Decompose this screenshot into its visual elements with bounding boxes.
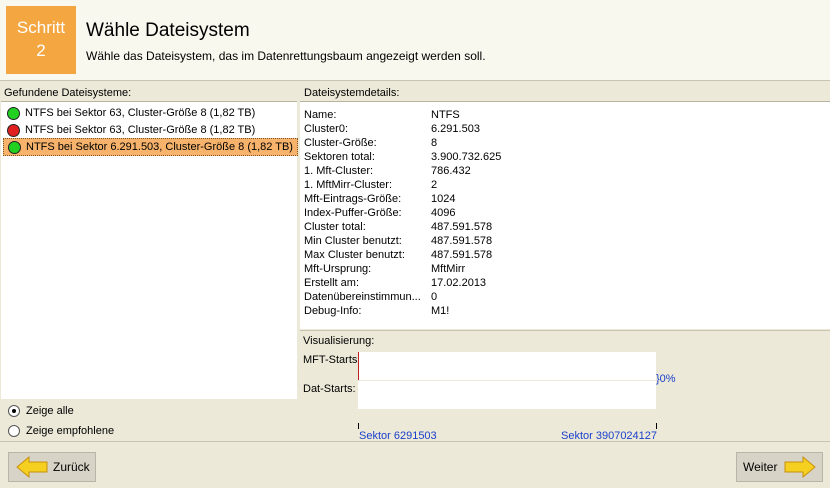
filesystem-item[interactable]: NTFS bei Sektor 63, Cluster-Größe 8 (1,8… [3, 105, 255, 121]
filesystem-item-label: NTFS bei Sektor 63, Cluster-Größe 8 (1,8… [25, 124, 256, 136]
radio-show-recommended[interactable]: Zeige empfohlene [8, 425, 114, 437]
detail-value: 0 [431, 291, 438, 303]
filesystem-item-label: NTFS bei Sektor 63, Cluster-Größe 8 (1,8… [25, 107, 256, 119]
detail-key: Min Cluster benutzt: [304, 235, 402, 247]
detail-value: 1024 [431, 193, 456, 205]
detail-key: Cluster0: [304, 123, 349, 135]
found-filesystems-panel: Gefundene Dateisysteme: NTFS bei Sektor … [0, 84, 298, 440]
wizard-header: Schritt 2 Wähle Dateisystem Wähle das Da… [0, 0, 830, 81]
axis-tick-end [656, 423, 657, 429]
wizard-footer: Zurück Weiter [0, 441, 830, 488]
visualization-section: Visualisierung: MFT-Starts }0% Dat-Start… [300, 330, 830, 442]
detail-key: Cluster-Größe: [304, 137, 377, 149]
detail-value: 3.900.732.625 [431, 151, 502, 163]
detail-value: MftMirr [431, 263, 466, 275]
detail-value: NTFS [431, 109, 460, 121]
details-label: Dateisystemdetails: [304, 87, 400, 99]
back-button[interactable]: Zurück [8, 452, 96, 482]
filesystem-list[interactable]: NTFS bei Sektor 63, Cluster-Größe 8 (1,8… [1, 101, 298, 399]
filesystem-item[interactable]: NTFS bei Sektor 63, Cluster-Größe 8 (1,8… [3, 122, 255, 138]
detail-value: M1! [431, 305, 450, 317]
detail-value: 8 [431, 137, 438, 149]
arrow-left-icon [16, 456, 48, 478]
detail-key: Mft-Eintrags-Größe: [304, 193, 402, 205]
arrow-right-icon [784, 456, 817, 478]
detail-key: Erstellt am: [304, 277, 360, 289]
next-button[interactable]: Weiter [736, 452, 823, 482]
detail-value: 786.432 [431, 165, 471, 177]
detail-key: Datenübereinstimmun... [304, 291, 421, 303]
found-filesystems-label: Gefundene Dateisysteme: [4, 87, 132, 99]
page-subtitle: Wähle das Dateisystem, das im Datenrettu… [86, 49, 486, 63]
radio-button-icon[interactable] [8, 405, 20, 417]
detail-value: 487.591.578 [431, 235, 493, 247]
step-word: Schritt [16, 18, 66, 37]
radio-show-recommended-label: Zeige empfohlene [26, 425, 115, 437]
status-red-icon [7, 124, 20, 137]
dat-starts-label: Dat-Starts: [303, 383, 356, 395]
back-button-label: Zurück [53, 460, 90, 474]
detail-value: 487.591.578 [431, 249, 493, 261]
detail-key: Index-Puffer-Größe: [304, 207, 402, 219]
dat-starts-bar [358, 381, 656, 409]
percent-label: }0% [656, 373, 676, 385]
step-badge: Schritt 2 [6, 6, 76, 74]
detail-key: Cluster total: [304, 221, 366, 233]
details-panel: Dateisystemdetails: Name: NTFS Cluster0:… [300, 84, 830, 442]
detail-key: Max Cluster benutzt: [304, 249, 405, 261]
detail-value: 4096 [431, 207, 456, 219]
axis-tick-start [358, 423, 359, 429]
step-number: 2 [36, 41, 46, 60]
radio-show-all-label: Zeige alle [26, 405, 74, 417]
detail-value: 487.591.578 [431, 221, 493, 233]
detail-value: 6.291.503 [431, 123, 480, 135]
detail-key: Sektoren total: [304, 151, 375, 163]
next-button-label: Weiter [743, 460, 778, 474]
filesystem-item-label: NTFS bei Sektor 6.291.503, Cluster-Größe… [26, 141, 293, 153]
detail-key: 1. Mft-Cluster: [304, 165, 374, 177]
radio-button-icon[interactable] [8, 425, 20, 437]
mft-start-marker [358, 352, 359, 380]
status-green-icon [8, 141, 21, 154]
mft-starts-label: MFT-Starts [303, 354, 358, 366]
filesystem-item-selected[interactable]: NTFS bei Sektor 6.291.503, Cluster-Größe… [3, 138, 298, 156]
detail-key: Debug-Info: [304, 305, 362, 317]
detail-value: 17.02.2013 [431, 277, 487, 289]
details-list: Name: NTFS Cluster0: 6.291.503 Cluster-G… [300, 101, 830, 329]
radio-show-all[interactable]: Zeige alle [8, 405, 74, 417]
status-green-icon [7, 107, 20, 120]
detail-key: Mft-Ursprung: [304, 263, 372, 275]
mft-starts-bar [358, 352, 656, 380]
page-title: Wähle Dateisystem [86, 20, 250, 41]
detail-key: Name: [304, 109, 337, 121]
visualization-label: Visualisierung: [303, 335, 375, 347]
detail-key: 1. MftMirr-Cluster: [304, 179, 392, 191]
detail-value: 2 [431, 179, 438, 191]
